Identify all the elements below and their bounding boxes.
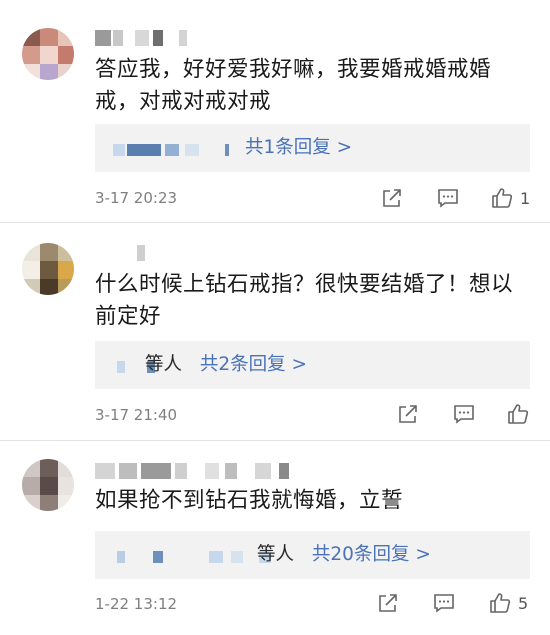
comment-item: 什么时候上钻石戒指？很快要结婚了！想以 前定好 等人 共2条回复 > 3-17 … — [0, 223, 550, 440]
comment-text: 什么时候上钻石戒指？很快要结婚了！想以 前定好 — [95, 269, 525, 333]
comment-bubble-icon[interactable] — [452, 402, 476, 426]
reply-count-link[interactable]: 等人 共20条回复 > — [257, 543, 431, 567]
comment-text-line: 什么时候上钻石戒指？很快要结婚了！想以 — [95, 272, 514, 297]
thumbs-up-icon[interactable] — [490, 186, 514, 210]
timestamp: 3-17 21:40 — [95, 406, 178, 424]
like-count: 1 — [520, 189, 531, 208]
reply-count-label[interactable]: 共20条回复 > — [312, 544, 431, 565]
comment-text-line: 前定好 — [95, 304, 162, 329]
comment-text-line: 戒，对戒对戒对戒 — [95, 89, 272, 114]
comment-text: 如果抢不到钻石我就悔婚，立誓 — [95, 485, 525, 517]
reply-preview[interactable]: 等人 共2条回复 > — [95, 341, 530, 389]
comment-bubble-icon[interactable] — [432, 591, 456, 615]
comment-item: 答应我，好好爱我好嘛，我要婚戒婚戒婚 戒，对戒对戒对戒 共1条回复 > 3-17… — [0, 0, 550, 222]
avatar[interactable] — [22, 243, 74, 295]
reply-count-label[interactable]: 共1条回复 > — [245, 137, 352, 158]
timestamp: 1-22 13:12 — [95, 595, 178, 613]
share-forward-icon[interactable] — [376, 591, 400, 615]
thumbs-up-icon[interactable] — [506, 402, 530, 426]
reply-others-label: 等人 — [145, 354, 183, 375]
avatar[interactable] — [22, 459, 74, 511]
reply-others-label: 等人 — [257, 544, 295, 565]
comment-text: 答应我，好好爱我好嘛，我要婚戒婚戒婚 戒，对戒对戒对戒 — [95, 54, 525, 118]
like-count: 5 — [518, 594, 529, 613]
action-bar: 5 — [350, 591, 550, 617]
comment-bubble-icon[interactable] — [436, 186, 460, 210]
reply-count-label[interactable]: 共2条回复 > — [200, 354, 307, 375]
comment-text-line: 如果抢不到钻石我就悔婚，立誓 — [95, 488, 404, 513]
reply-preview[interactable]: 等人 共20条回复 > — [95, 531, 530, 579]
reply-count-link[interactable]: 共1条回复 > — [245, 136, 352, 160]
action-bar — [350, 402, 550, 428]
share-forward-icon[interactable] — [396, 402, 420, 426]
timestamp: 3-17 20:23 — [95, 189, 178, 207]
comment-item: 如果抢不到钻石我就悔婚，立誓 等人 共20条回复 > 1-22 13:12 5 — [0, 441, 550, 635]
share-forward-icon[interactable] — [380, 186, 404, 210]
reply-preview[interactable]: 共1条回复 > — [95, 124, 530, 172]
thumbs-up-icon[interactable] — [488, 591, 512, 615]
action-bar: 1 — [350, 186, 550, 212]
reply-count-link[interactable]: 等人 共2条回复 > — [145, 353, 307, 377]
comment-text-line: 答应我，好好爱我好嘛，我要婚戒婚戒婚 — [95, 57, 492, 82]
avatar[interactable] — [22, 28, 74, 80]
